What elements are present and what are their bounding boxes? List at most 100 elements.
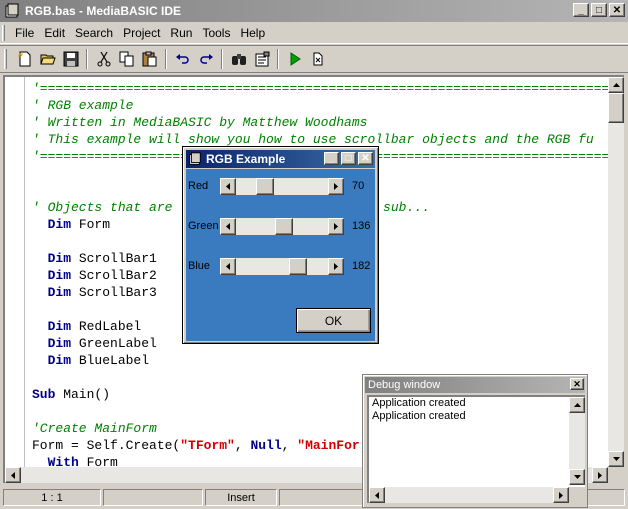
minimize-button[interactable]: _	[573, 3, 589, 17]
find-button[interactable]	[227, 48, 250, 70]
slider-value: 182	[352, 260, 371, 272]
scroll-left-button[interactable]	[220, 218, 236, 235]
color-scrollbar[interactable]	[220, 218, 344, 235]
code-token: 'Create MainForm	[32, 421, 157, 436]
code-token: Dim	[47, 217, 72, 232]
code-token: ScrollBar3	[71, 285, 157, 300]
scroll-right-button[interactable]	[328, 258, 344, 275]
scroll-left-button[interactable]	[5, 467, 21, 483]
maximize-button[interactable]: □	[591, 3, 607, 17]
scroll-up-button[interactable]	[569, 397, 585, 413]
paste-button[interactable]	[138, 48, 161, 70]
code-token: Dim	[47, 268, 72, 283]
scroll-down-button[interactable]	[569, 469, 585, 485]
open-folder-icon	[39, 54, 56, 65]
menu-file[interactable]: File	[10, 26, 39, 40]
scroll-right-button[interactable]	[328, 178, 344, 195]
code-token: Dim	[47, 251, 72, 266]
minimize-icon: _	[578, 4, 584, 16]
code-line[interactable]: ' RGB example	[32, 97, 612, 114]
scroll-thumb[interactable]	[256, 178, 274, 195]
menu-run[interactable]: Run	[165, 26, 197, 40]
slider-label: Green	[188, 220, 219, 232]
slider-label: Red	[188, 180, 209, 192]
debug-horizontal-scrollbar[interactable]	[369, 487, 569, 503]
scroll-right-button[interactable]	[328, 218, 344, 235]
arrow-up-icon	[612, 83, 620, 87]
toolbar-separator	[221, 49, 223, 69]
menu-search[interactable]: Search	[70, 26, 118, 40]
close-icon: ✕	[573, 378, 581, 389]
color-scrollbar[interactable]	[220, 258, 344, 275]
scroll-left-button[interactable]	[220, 178, 236, 195]
menu-grip[interactable]	[2, 24, 5, 41]
slider-label: Blue	[188, 260, 211, 272]
open-button[interactable]	[36, 48, 59, 70]
run-icon	[290, 52, 301, 66]
save-icon	[63, 51, 78, 67]
scroll-right-button[interactable]	[553, 487, 569, 503]
code-token: ' Written in MediaBASIC by Matthew Woodh…	[32, 115, 368, 130]
scroll-up-button[interactable]	[608, 77, 624, 93]
close-button[interactable]: ✕	[609, 3, 625, 17]
stop-button[interactable]	[306, 48, 329, 70]
scroll-thumb[interactable]	[289, 258, 307, 275]
copy-button[interactable]	[115, 48, 138, 70]
code-line[interactable]: Dim BlueLabel	[32, 352, 612, 369]
arrow-left-icon	[226, 183, 230, 190]
color-scrollbar[interactable]	[220, 178, 344, 195]
vertical-scrollbar[interactable]	[608, 77, 624, 467]
scroll-left-button[interactable]	[220, 258, 236, 275]
arrow-left-icon	[226, 223, 230, 230]
debug-close-button[interactable]: ✕	[570, 378, 584, 390]
code-line[interactable]: '=======================================…	[32, 80, 612, 97]
scroll-left-button[interactable]	[369, 487, 385, 503]
new-file-button[interactable]	[13, 48, 36, 70]
scroll-right-button[interactable]	[592, 467, 608, 483]
code-token: Dim	[47, 353, 72, 368]
menu-tools[interactable]: Tools	[197, 26, 235, 40]
code-token: GreenLabel	[71, 336, 157, 351]
scroll-thumb[interactable]	[275, 218, 293, 235]
debug-output[interactable]: Application created Application created	[367, 395, 585, 503]
close-icon: ✕	[361, 153, 370, 164]
code-token: Dim	[47, 285, 72, 300]
code-token: ,	[234, 438, 251, 453]
vertical-scroll-thumb[interactable]	[608, 93, 624, 123]
dialog-maximize-button[interactable]: □	[341, 152, 356, 165]
redo-button[interactable]	[194, 48, 217, 70]
code-token: BlueLabel	[71, 353, 150, 368]
menu-edit[interactable]: Edit	[39, 26, 70, 40]
scroll-down-button[interactable]	[608, 451, 624, 467]
menu-help[interactable]: Help	[235, 26, 270, 40]
code-token: ScrollBar1	[71, 251, 157, 266]
toolbar-grip[interactable]	[4, 49, 7, 69]
save-button[interactable]	[59, 48, 82, 70]
cursor-position: 1 : 1	[3, 489, 101, 506]
app-icon	[189, 152, 201, 165]
toolbar	[0, 45, 628, 73]
cut-button[interactable]	[92, 48, 115, 70]
toolbar-separator	[165, 49, 167, 69]
dialog-close-button[interactable]: ✕	[358, 152, 373, 165]
properties-button[interactable]	[250, 48, 273, 70]
undo-button[interactable]	[171, 48, 194, 70]
menu-project[interactable]: Project	[118, 26, 165, 40]
maximize-icon: □	[345, 153, 352, 164]
dialog-minimize-button[interactable]: _	[324, 152, 339, 165]
code-line[interactable]: ' Written in MediaBASIC by Matthew Woodh…	[32, 114, 612, 131]
ok-button[interactable]: OK	[296, 308, 371, 333]
minimize-icon: _	[328, 153, 335, 164]
new-file-icon	[17, 51, 30, 67]
code-token: '=======================================…	[32, 81, 612, 96]
code-token: ' RGB example	[32, 98, 134, 113]
code-token: RedLabel	[71, 319, 142, 334]
debug-vertical-scrollbar[interactable]	[569, 397, 585, 485]
dialog-title: RGB Example	[206, 152, 286, 166]
arrow-left-icon	[226, 263, 230, 270]
run-button[interactable]	[283, 48, 306, 70]
